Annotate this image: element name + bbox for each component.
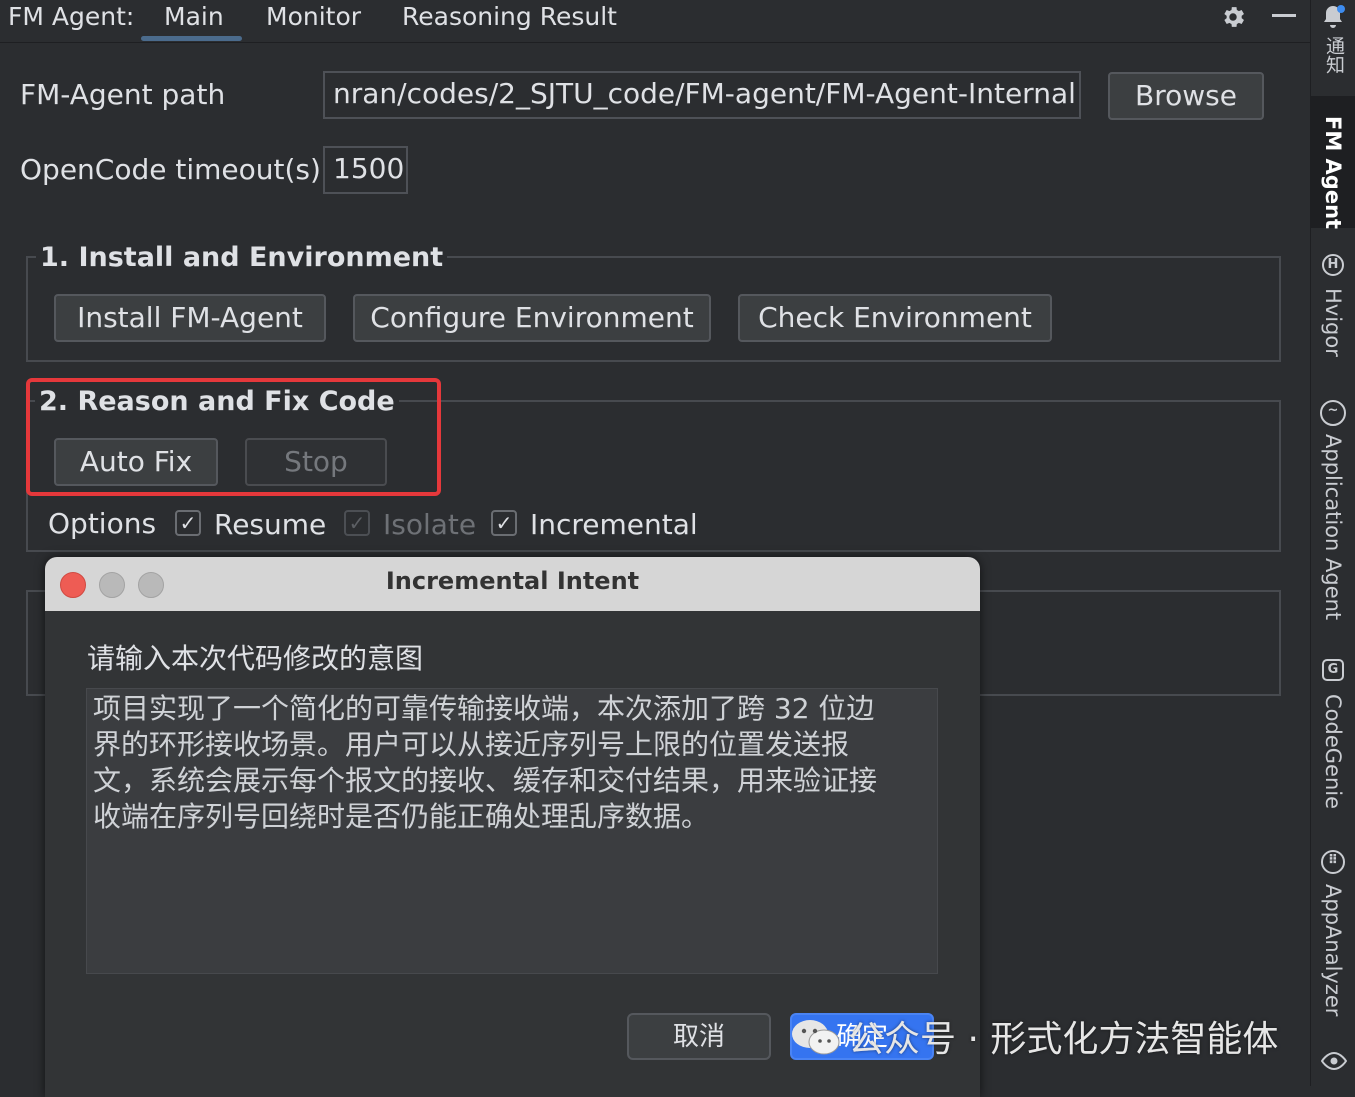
incremental-label: Incremental <box>530 508 698 541</box>
intent-textarea[interactable]: 项目实现了一个简化的可靠传输接收端，本次添加了跨 32 位边 界的环形接收场景。… <box>86 688 938 974</box>
dialog-title: Incremental Intent <box>385 567 640 595</box>
isolate-checkbox[interactable]: ✓ <box>344 510 370 536</box>
bell-icon[interactable] <box>1321 4 1345 34</box>
application-agent-strip-item[interactable]: Application Agent <box>1321 434 1345 620</box>
highlight-box <box>26 378 441 496</box>
appanalyzer-strip-item[interactable]: AppAnalyzer <box>1321 884 1345 1016</box>
incremental-checkbox[interactable]: ✓ <box>491 510 517 536</box>
codegenie-icon: G <box>1322 659 1344 681</box>
cancel-button[interactable]: 取消 <box>627 1013 771 1060</box>
fm-agent-strip-item[interactable]: FM Agent <box>1321 116 1345 229</box>
dialog-titlebar: Incremental Intent <box>45 557 980 611</box>
isolate-label: Isolate <box>383 508 477 541</box>
tool-window-header: FM Agent: Main Monitor Reasoning Result <box>0 0 1310 43</box>
right-tool-strip: 通知 FM Agent H Hvigor ~ Application Agent… <box>1310 0 1355 1086</box>
path-label: FM-Agent path <box>20 78 226 111</box>
application-agent-icon: ~ <box>1320 400 1346 426</box>
dialog-prompt: 请输入本次代码修改的意图 <box>87 642 424 675</box>
install-fm-agent-button[interactable]: Install FM-Agent <box>54 294 326 342</box>
active-tab-indicator <box>141 36 242 41</box>
check-environment-button[interactable]: Check Environment <box>738 294 1052 342</box>
tab-main[interactable]: Main <box>164 2 224 31</box>
configure-environment-button[interactable]: Configure Environment <box>353 294 711 342</box>
path-input[interactable]: nran/codes/2_SJTU_code/FM-agent/FM-Agent… <box>323 71 1081 119</box>
timeout-input[interactable]: 1500 <box>323 146 408 194</box>
browse-button[interactable]: Browse <box>1108 72 1264 120</box>
appanalyzer-icon: ⠿ <box>1321 850 1345 874</box>
hvigor-icon: H <box>1322 254 1344 276</box>
options-label: Options <box>48 507 157 540</box>
resume-checkbox[interactable]: ✓ <box>175 510 201 536</box>
section1-title: 1. Install and Environment <box>36 242 448 273</box>
tab-monitor[interactable]: Monitor <box>266 2 361 31</box>
app-label: FM Agent: <box>8 2 135 31</box>
hvigor-strip-item[interactable]: Hvigor <box>1321 288 1345 357</box>
tab-reasoning-result[interactable]: Reasoning Result <box>402 2 617 31</box>
minimize-icon[interactable] <box>1272 14 1296 17</box>
notifications-label[interactable]: 通知 <box>1321 36 1348 74</box>
gear-icon[interactable] <box>1219 3 1247 35</box>
wechat-logo-icon <box>790 1017 842 1066</box>
timeout-label: OpenCode timeout(s) <box>20 153 321 186</box>
eye-icon[interactable] <box>1320 1050 1348 1076</box>
watermark-text: 公众号 · 形式化方法智能体 <box>848 1019 1279 1060</box>
watermark: 公众号 · 形式化方法智能体 <box>790 1010 1278 1066</box>
codegenie-strip-item[interactable]: CodeGenie <box>1321 694 1345 809</box>
resume-label: Resume <box>214 508 327 541</box>
